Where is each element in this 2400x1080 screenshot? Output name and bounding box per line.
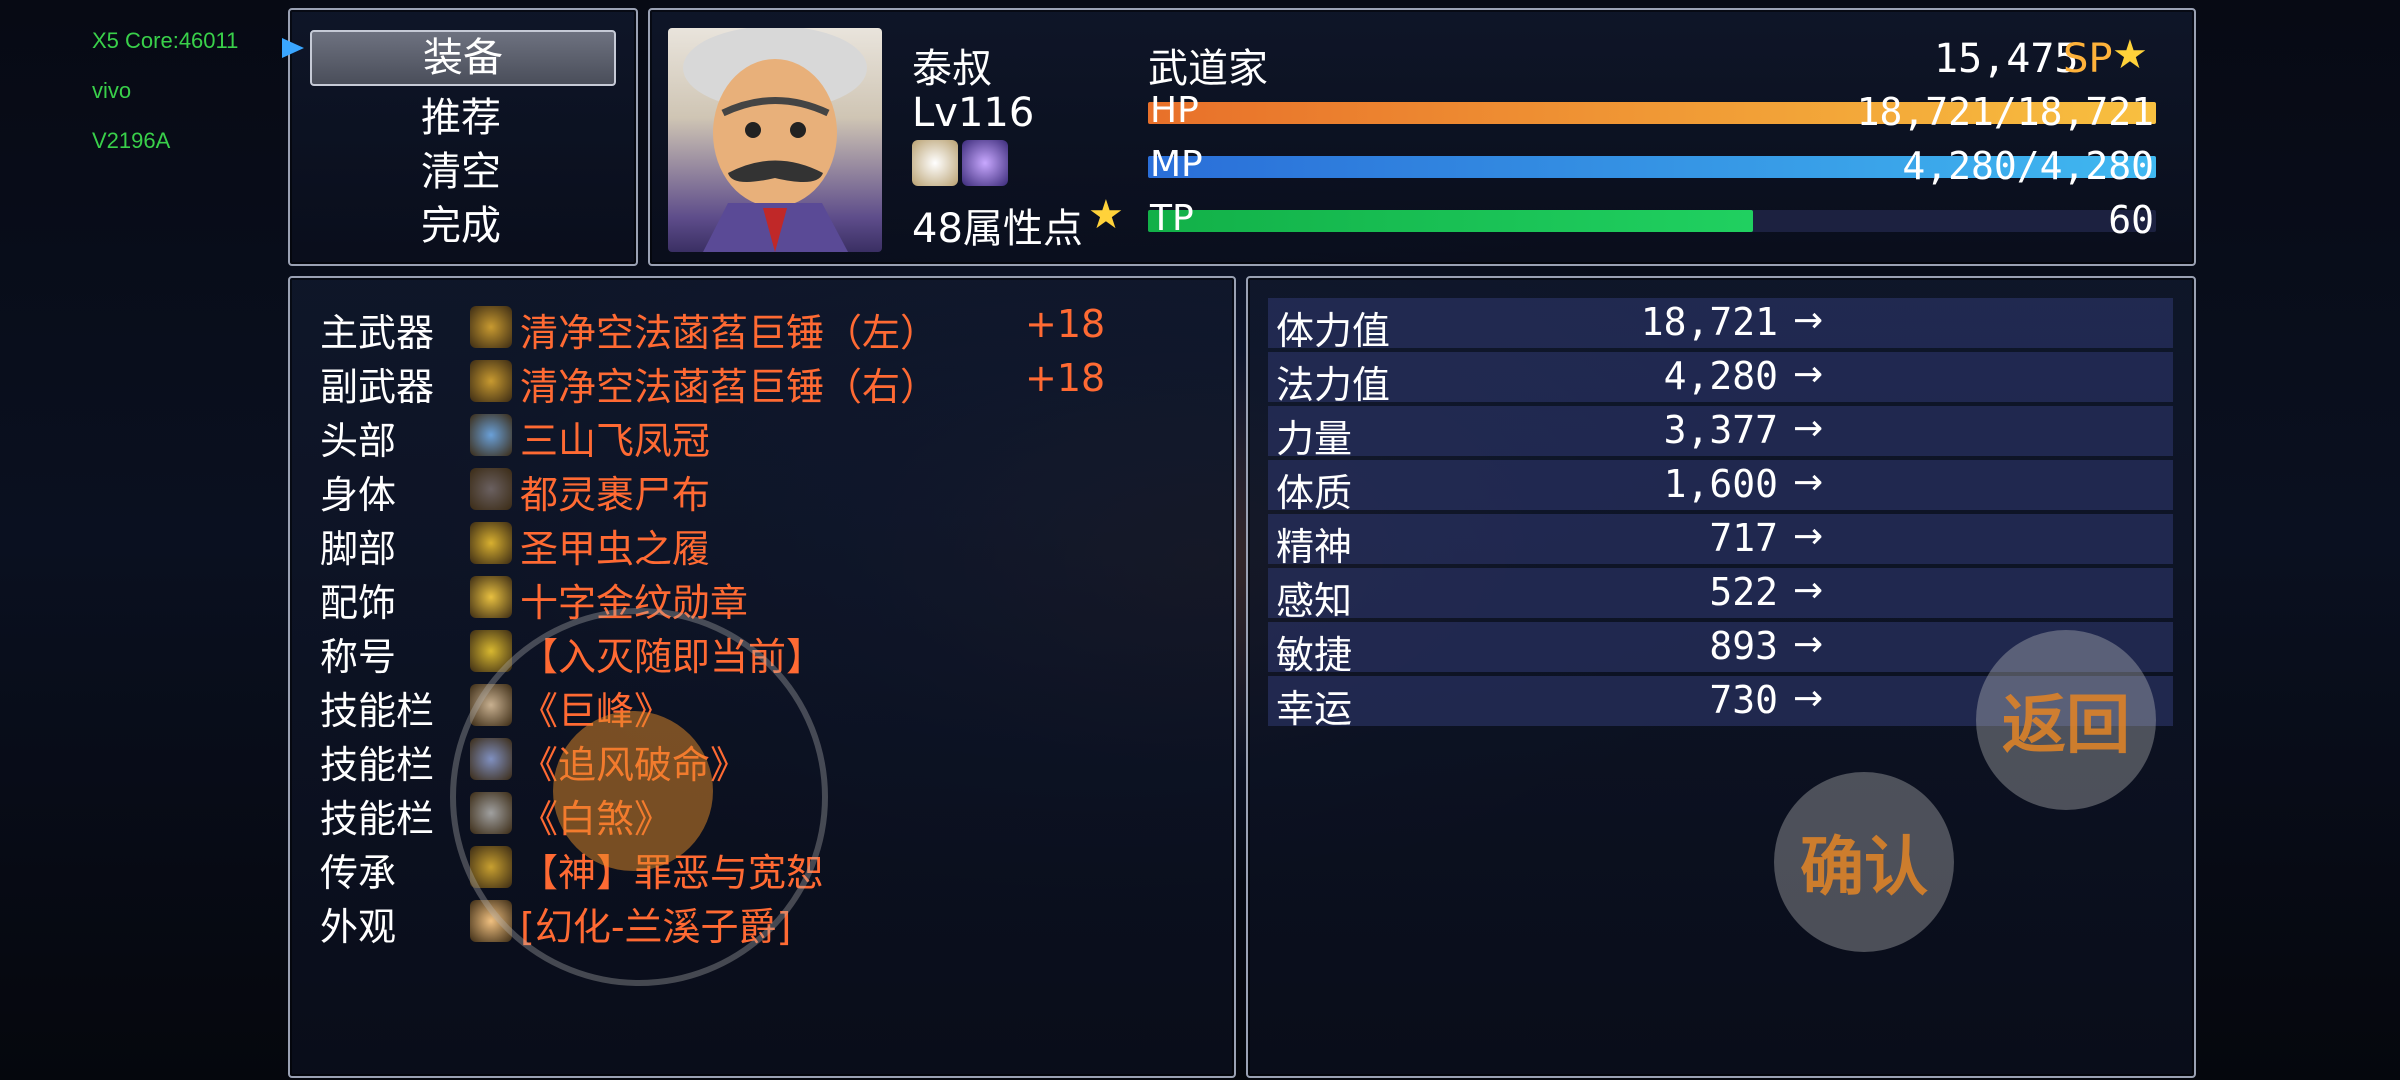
hammer-icon <box>470 306 512 348</box>
character-portrait <box>668 28 882 252</box>
menu-recommend[interactable]: 推荐 <box>310 92 612 144</box>
arrow-right-icon: → <box>1793 516 1824 557</box>
sp-value: 15,475 <box>1934 36 2079 82</box>
arrow-right-icon: → <box>1793 624 1824 665</box>
character-class: 武道家 <box>1148 46 1268 92</box>
hp-value: 18,721/18,721 <box>1856 90 2154 134</box>
menu-done[interactable]: 完成 <box>310 200 612 252</box>
equip-slot-label: 外观 <box>320 905 397 949</box>
tp-bar-fill <box>1148 210 1753 232</box>
equip-slot-label: 技能栏 <box>320 689 435 733</box>
arrow-right-icon: → <box>1793 678 1824 719</box>
stat-label: 体质 <box>1276 471 1353 515</box>
arrow-right-icon: → <box>1793 570 1824 611</box>
sp-label: SP <box>2063 36 2113 82</box>
star-icon: ★ <box>1088 192 1124 238</box>
stat-value: 3,377 <box>1663 408 1778 452</box>
joystick-knob[interactable] <box>553 711 713 871</box>
stat-label: 精神 <box>1276 525 1353 569</box>
stat-value: 4,280 <box>1663 354 1778 398</box>
sp-stars-icon: ★ <box>2112 32 2148 78</box>
boots-icon <box>470 522 512 564</box>
equip-item-name[interactable]: 圣甲虫之履 <box>520 518 710 573</box>
equip-slot-label: 主武器 <box>320 311 435 355</box>
equip-plus-level: +18 <box>1025 302 1106 346</box>
stat-label: 幸运 <box>1276 687 1353 731</box>
hp-label: HP <box>1150 90 1199 131</box>
arrow-right-icon: → <box>1793 354 1824 395</box>
arrow-right-icon: → <box>1793 300 1824 341</box>
state-icon-2 <box>962 140 1008 186</box>
equip-slot-label: 技能栏 <box>320 743 435 787</box>
cloth-icon <box>470 468 512 510</box>
equip-item-name[interactable]: 清净空法菡萏巨锤（右） <box>520 356 938 411</box>
equip-slot-label: 头部 <box>320 419 397 463</box>
equip-slot-label: 传承 <box>320 851 397 895</box>
confirm-button[interactable]: 确认 <box>1774 772 1954 952</box>
menu-clear[interactable]: 清空 <box>310 146 612 198</box>
equip-slot-label: 称号 <box>320 635 397 679</box>
stat-label: 法力值 <box>1276 363 1391 407</box>
arrow-right-icon: → <box>1793 462 1824 503</box>
hammer-icon <box>470 360 512 402</box>
stat-label: 敏捷 <box>1276 633 1353 677</box>
cross-icon <box>470 576 512 618</box>
command-window: 装备 推荐 清空 完成 <box>288 8 638 266</box>
stat-value: 730 <box>1709 678 1778 722</box>
stat-label: 力量 <box>1276 417 1353 461</box>
equip-slot-label: 副武器 <box>320 365 435 409</box>
mp-value: 4,280/4,280 <box>1902 144 2154 188</box>
equipment-window: 主武器 清净空法菡萏巨锤（左） +18 副武器 清净空法菡萏巨锤（右） +18 头部 三山飞凤… <box>288 276 1236 1078</box>
equip-slot-label: 身体 <box>320 473 397 517</box>
tp-label: TP <box>1150 198 1194 239</box>
equip-item-name[interactable]: 都灵裹尸布 <box>520 464 710 519</box>
stat-label: 感知 <box>1276 579 1353 623</box>
crown-icon <box>470 414 512 456</box>
debug-core: X5 Core:46011 <box>92 28 239 53</box>
debug-model: V2196A <box>92 128 171 153</box>
menu-cursor-icon <box>282 38 304 58</box>
status-window: 泰叔 Lv116 48属性点 ★ 武道家 15,475 SP ★ HP 18,7… <box>648 8 2196 266</box>
mp-label: MP <box>1150 144 1203 185</box>
stat-value: 18,721 <box>1640 300 1778 344</box>
debug-brand: vivo <box>92 78 132 103</box>
equip-slot-label: 技能栏 <box>320 797 435 841</box>
stat-value: 893 <box>1709 624 1778 668</box>
menu-equip[interactable]: 装备 <box>310 30 616 86</box>
back-button[interactable]: 返回 <box>1976 630 2156 810</box>
tp-value: 60 <box>2108 198 2154 242</box>
character-level: Lv116 <box>912 90 1035 136</box>
state-icon-1 <box>912 140 958 186</box>
character-name: 泰叔 <box>912 46 992 92</box>
arrow-right-icon: → <box>1793 408 1824 449</box>
stat-value: 522 <box>1709 570 1778 614</box>
equip-item-name[interactable]: 清净空法菡萏巨锤（左） <box>520 302 938 357</box>
stat-value: 1,600 <box>1663 462 1778 506</box>
attr-points: 48属性点 <box>912 206 1083 252</box>
equip-plus-level: +18 <box>1025 356 1106 400</box>
equip-slot-label: 脚部 <box>320 527 397 571</box>
stat-label: 体力值 <box>1276 309 1391 353</box>
equip-slot-label: 配饰 <box>320 581 397 625</box>
equip-item-name[interactable]: 三山飞凤冠 <box>520 410 710 465</box>
stat-value: 717 <box>1709 516 1778 560</box>
